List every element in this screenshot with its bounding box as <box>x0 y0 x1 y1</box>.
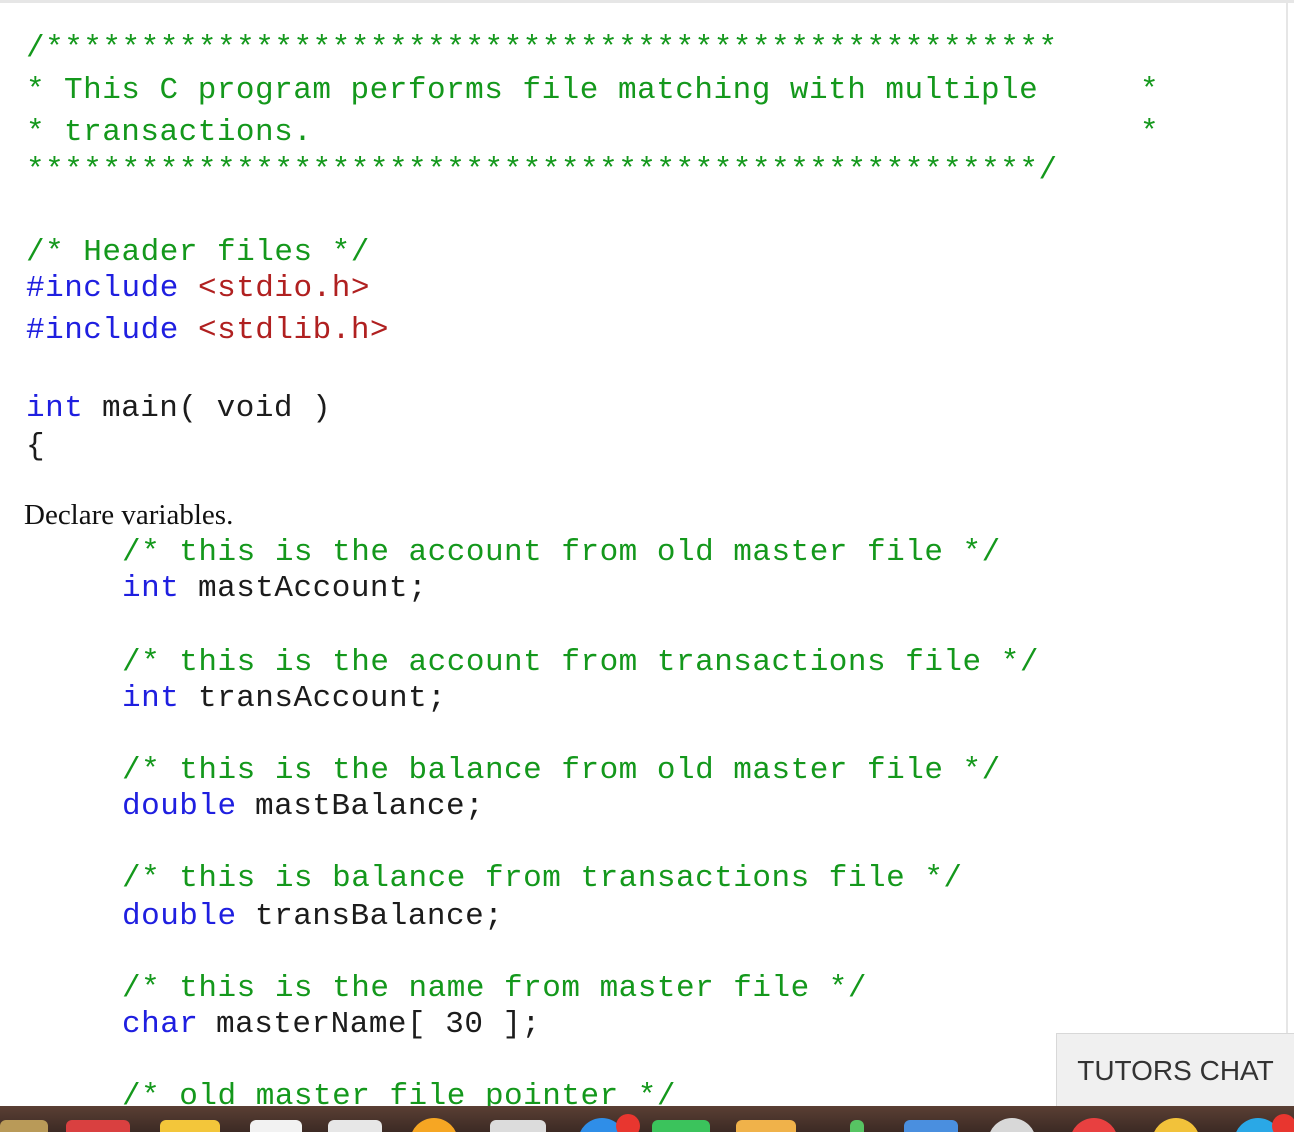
banner-top-line: /***************************************… <box>26 31 1058 66</box>
mail-icon[interactable] <box>490 1120 546 1132</box>
notification-badge <box>616 1114 640 1132</box>
decl-type: double <box>122 899 237 934</box>
notification-badge <box>1272 1114 1294 1132</box>
dock <box>0 1106 1294 1132</box>
include-directive-2: #include <box>26 313 179 348</box>
decl-type: char <box>122 1007 199 1042</box>
decl-name: transBalance; <box>255 899 504 934</box>
decl-comment: /* this is the account from transactions… <box>122 645 1039 680</box>
decl-comment: /* this is the name from master file */ <box>122 971 868 1006</box>
calendar-icon[interactable] <box>66 1120 130 1132</box>
photos-icon[interactable] <box>1070 1118 1118 1132</box>
include-stdlib: <stdlib.h> <box>198 313 390 348</box>
messages-icon[interactable] <box>652 1120 710 1132</box>
decl-type: int <box>122 571 180 606</box>
finder-icon[interactable] <box>160 1120 220 1132</box>
decl-type: double <box>122 789 237 824</box>
banner-bottom-line: ****************************************… <box>26 153 1058 188</box>
tutors-chat-button[interactable]: TUTORS CHAT <box>1056 1033 1294 1107</box>
decl-type: int <box>122 681 180 716</box>
top-divider <box>0 0 1294 3</box>
decl-name: transAccount; <box>198 681 447 716</box>
include-directive-1: #include <box>26 271 179 306</box>
document-viewer: /***************************************… <box>0 0 1294 1132</box>
declare-variables-text: Declare variables. <box>24 499 234 531</box>
decl-name: mastAccount; <box>198 571 428 606</box>
decl-comment: /* this is the account from old master f… <box>122 535 1001 570</box>
banner-line-1-text: This C program performs file matching wi… <box>64 73 1039 108</box>
banner-line-2-star: * <box>26 115 46 150</box>
main-return-type: int <box>26 391 84 426</box>
preview-icon[interactable] <box>850 1120 864 1132</box>
banner-line-1-star: * <box>26 73 46 108</box>
decl-comment: /* this is balance from transactions fil… <box>122 861 963 896</box>
main-signature: main( void ) <box>102 391 332 426</box>
include-stdio: <stdio.h> <box>198 271 370 306</box>
launchpad-icon[interactable] <box>1152 1118 1200 1132</box>
decl-name: masterName[ 30 ]; <box>216 1007 541 1042</box>
banner-line-2-end: * <box>1140 115 1160 150</box>
downloads-icon[interactable] <box>736 1120 796 1132</box>
contacts-icon[interactable] <box>250 1120 302 1132</box>
right-divider <box>1286 0 1288 1035</box>
notes-icon[interactable] <box>0 1120 48 1132</box>
decl-name: mastBalance; <box>255 789 485 824</box>
header-files-comment: /* Header files */ <box>26 235 370 270</box>
chrome-icon[interactable] <box>410 1118 458 1132</box>
textedit-icon[interactable] <box>328 1120 382 1132</box>
open-brace: { <box>26 429 46 464</box>
decl-comment: /* this is the balance from old master f… <box>122 753 1001 788</box>
banner-line-1-end: * <box>1140 73 1160 108</box>
banner-line-2-text: transactions. <box>64 115 313 150</box>
safari-icon[interactable] <box>988 1118 1036 1132</box>
music-icon[interactable] <box>904 1120 958 1132</box>
